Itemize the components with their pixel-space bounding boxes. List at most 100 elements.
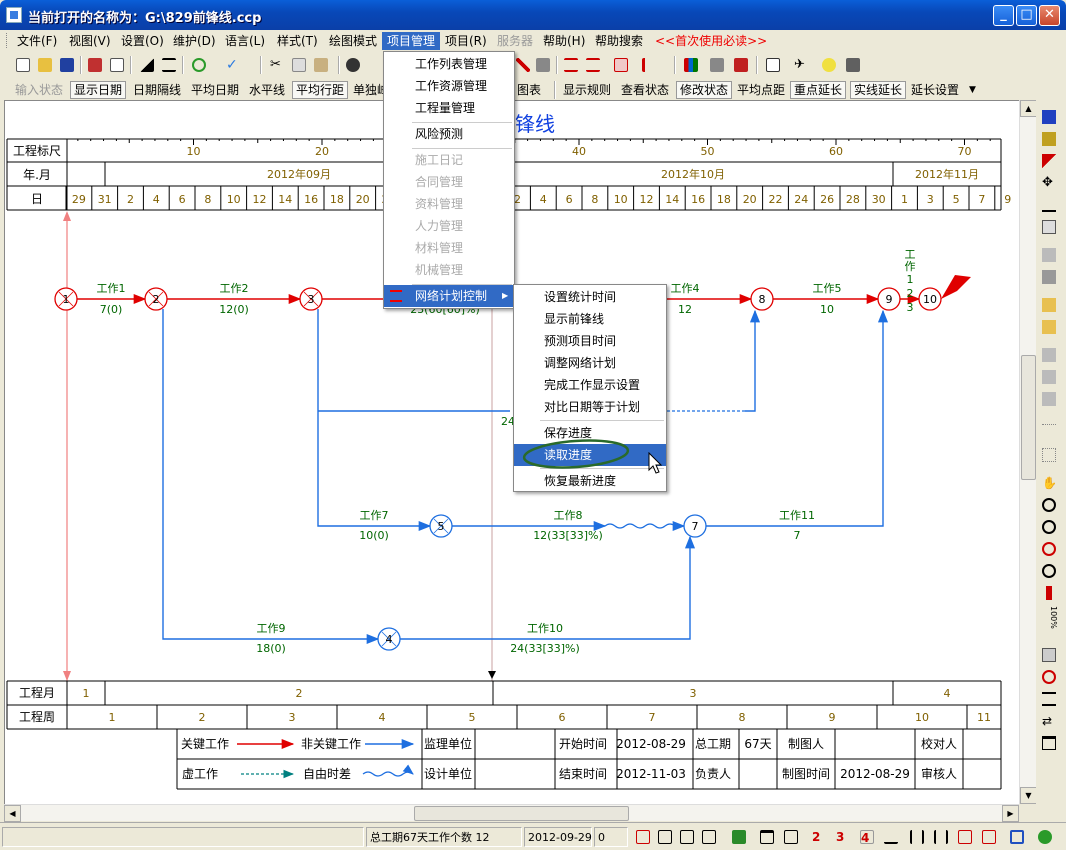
extend-settings-button[interactable]: 延长设置 [908, 81, 962, 99]
swap-icon[interactable]: ⇄ [1040, 712, 1058, 730]
move-icon[interactable]: ✥ [1040, 174, 1058, 192]
scroll-right-icon[interactable]: ▶ [1002, 805, 1019, 822]
menu-item-materials[interactable]: 材料管理 [384, 237, 514, 259]
mode2-icon[interactable]: 2 [810, 828, 828, 846]
zoom-in-icon[interactable] [1040, 496, 1058, 514]
align-bottom-icon[interactable] [882, 828, 900, 846]
zoom-window-icon[interactable] [1040, 562, 1058, 580]
lightbulb-icon[interactable] [820, 56, 838, 74]
view-split-icon[interactable] [700, 828, 718, 846]
folder-icon[interactable] [844, 56, 862, 74]
menu-item-work-list[interactable]: 工作列表管理 [384, 53, 514, 75]
submenu-item-restore-progress[interactable]: 恢复最新进度 [514, 470, 666, 492]
brush-icon[interactable] [1040, 130, 1058, 148]
menu-server[interactable]: 服务器 [492, 32, 538, 50]
show-date-button[interactable]: 显示日期 [70, 81, 127, 99]
align-icon[interactable] [160, 56, 178, 74]
submenu-item-adjust-plan[interactable]: 调整网络计划 [514, 352, 666, 374]
export-icon[interactable] [86, 56, 104, 74]
plane-icon[interactable]: ✈ [792, 56, 810, 74]
menu-help-search[interactable]: 帮助搜索 [590, 32, 648, 50]
view-table-icon[interactable] [656, 828, 674, 846]
distribute2-icon[interactable] [932, 828, 950, 846]
solid-extend-button[interactable]: 实线延长 [850, 81, 907, 99]
refresh-icon[interactable] [190, 56, 208, 74]
date-line-button[interactable]: 日期隔线 [130, 81, 184, 99]
scroll-up-icon[interactable]: ▲ [1020, 100, 1037, 117]
chevron-down-icon[interactable]: ▼ [966, 81, 979, 99]
view-network-icon[interactable] [634, 828, 652, 846]
status-globe-icon[interactable] [1036, 828, 1054, 846]
eraser-icon[interactable] [1040, 218, 1058, 236]
menu-item-machinery[interactable]: 机械管理 [384, 259, 514, 281]
fullscreen-icon[interactable] [1008, 828, 1026, 846]
minimize-button[interactable]: _ [993, 5, 1014, 26]
delete-icon[interactable] [534, 56, 552, 74]
layer-up-icon[interactable] [1040, 346, 1058, 364]
books-icon[interactable] [682, 56, 700, 74]
mode3-icon[interactable]: 3 [834, 828, 852, 846]
pen-icon[interactable] [514, 56, 532, 74]
set-icon[interactable] [1040, 268, 1058, 286]
grid-dots-icon[interactable] [1040, 422, 1058, 440]
distribute-icon[interactable] [908, 828, 926, 846]
gantt-icon[interactable] [612, 56, 630, 74]
edit-icon[interactable] [732, 56, 750, 74]
menu-help[interactable]: 帮助(H) [538, 32, 590, 50]
print-preview-icon[interactable] [108, 56, 126, 74]
menu-maintain[interactable]: 维护(D) [168, 32, 221, 50]
submenu-item-forecast-time[interactable]: 预测项目时间 [514, 330, 666, 352]
triangle-icon[interactable] [138, 56, 156, 74]
horizontal-scroll-thumb[interactable] [414, 806, 629, 821]
menu-language[interactable]: 语言(L) [220, 32, 270, 50]
box-icon[interactable] [1040, 446, 1058, 464]
scroll-down-icon[interactable]: ▼ [1020, 787, 1037, 804]
tools-icon[interactable] [708, 56, 726, 74]
menu-item-quantity[interactable]: 工程量管理 [384, 97, 514, 119]
vertical-scrollbar[interactable]: ▲ ▼ [1019, 100, 1037, 804]
layer-down-icon[interactable] [1040, 390, 1058, 408]
align-red2-icon[interactable] [980, 828, 998, 846]
open-folder-icon[interactable] [36, 56, 54, 74]
chart-small-icon[interactable] [1040, 296, 1058, 314]
scroll-left-icon[interactable]: ◀ [4, 805, 21, 822]
align-red-icon[interactable] [956, 828, 974, 846]
network-icon[interactable] [562, 56, 580, 74]
close-button[interactable]: ✕ [1039, 5, 1060, 26]
menu-item-documents[interactable]: 资料管理 [384, 193, 514, 215]
connect-icon[interactable] [1040, 196, 1058, 214]
menu-file[interactable]: 文件(F) [12, 32, 62, 50]
menu-item-work-resources[interactable]: 工作资源管理 [384, 75, 514, 97]
page-icon[interactable] [782, 828, 800, 846]
zoom-fit-icon[interactable] [1040, 540, 1058, 558]
menu-view[interactable]: 视图(V) [64, 32, 116, 50]
new-file-icon[interactable] [14, 56, 32, 74]
submenu-item-set-stat-time[interactable]: 设置统计时间 [514, 286, 666, 308]
show-rules-button[interactable]: 显示规则 [560, 81, 614, 99]
text-icon[interactable] [1040, 318, 1058, 336]
clock-icon[interactable] [1040, 668, 1058, 686]
check-icon[interactable]: ✓ [224, 56, 242, 74]
network2-icon[interactable] [584, 56, 602, 74]
horizontal-line-button[interactable]: 水平线 [246, 81, 288, 99]
calendar-icon[interactable] [764, 56, 782, 74]
cut-icon[interactable]: ✂ [268, 56, 286, 74]
menu-settings[interactable]: 设置(O) [116, 32, 169, 50]
chart-button[interactable]: 图表 [514, 81, 544, 99]
menu-item-manpower[interactable]: 人力管理 [384, 215, 514, 237]
input-status-button[interactable]: 输入状态 [12, 81, 66, 99]
app-icon[interactable] [6, 7, 22, 23]
menu-project[interactable]: 项目(R) [440, 32, 492, 50]
menu-project-management[interactable]: 项目管理 [382, 32, 441, 50]
menu-item-risk-forecast[interactable]: 风险预测 [384, 123, 514, 145]
avg-row-button[interactable]: 平均行距 [292, 81, 349, 99]
submenu-item-show-frontline[interactable]: 显示前锋线 [514, 308, 666, 330]
calendar-view-icon[interactable] [758, 828, 776, 846]
pointer-icon[interactable] [1040, 152, 1058, 170]
list-icon[interactable] [1040, 690, 1058, 708]
menu-item-network-control[interactable]: 网络计划控制 ▶ [384, 285, 514, 307]
red-marker-icon[interactable] [1040, 584, 1058, 602]
menu-style[interactable]: 样式(T) [272, 32, 323, 50]
save-icon[interactable] [58, 56, 76, 74]
window-icon[interactable] [1040, 734, 1058, 752]
